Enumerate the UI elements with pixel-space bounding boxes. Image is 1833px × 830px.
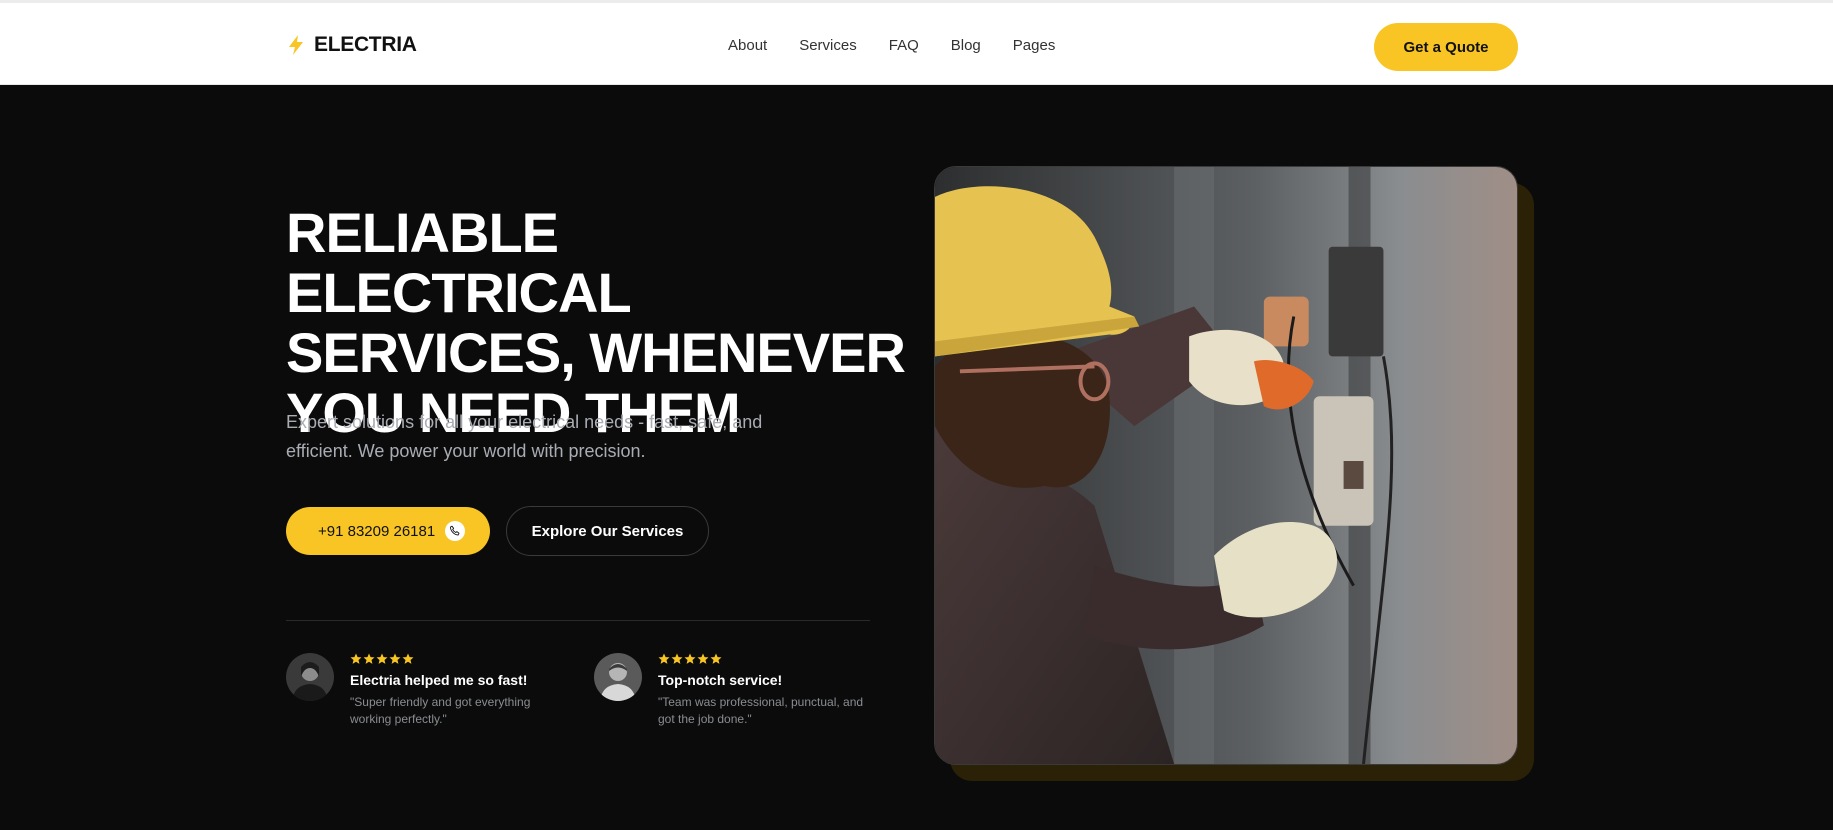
- star-icon: [389, 653, 401, 664]
- nav-services[interactable]: Services: [799, 37, 857, 54]
- review-card: Top-notch service! "Team was professiona…: [594, 653, 894, 728]
- divider: [286, 620, 870, 621]
- rating-stars: [658, 653, 878, 667]
- call-phone-button[interactable]: +91 83209 26181: [286, 507, 490, 555]
- star-icon: [671, 653, 683, 664]
- review-card: Electria helped me so fast! "Super frien…: [286, 653, 586, 728]
- review-quote: "Super friendly and got everything worki…: [350, 695, 531, 726]
- reviewer-avatar: [286, 653, 334, 701]
- star-icon: [697, 653, 709, 664]
- star-icon: [684, 653, 696, 664]
- site-header: ELECTRIA About Services FAQ Blog Pages G…: [0, 0, 1833, 85]
- explore-services-button[interactable]: Explore Our Services: [506, 506, 709, 556]
- brand-name: ELECTRIA: [314, 33, 417, 56]
- star-icon: [402, 653, 414, 664]
- nav-about[interactable]: About: [728, 37, 767, 54]
- brand-logo[interactable]: ELECTRIA: [286, 33, 417, 57]
- hero-subtitle: Expert solutions for all your electrical…: [286, 412, 763, 461]
- review-title: Top-notch service!: [658, 672, 783, 688]
- star-icon: [710, 653, 722, 664]
- star-icon: [658, 653, 670, 664]
- main-nav: About Services FAQ Blog Pages: [728, 37, 1055, 54]
- reviewer-avatar: [594, 653, 642, 701]
- review-title: Electria helped me so fast!: [350, 672, 528, 688]
- nav-pages[interactable]: Pages: [1013, 37, 1056, 54]
- nav-blog[interactable]: Blog: [951, 37, 981, 54]
- get-quote-button[interactable]: Get a Quote: [1374, 23, 1518, 71]
- rating-stars: [350, 653, 570, 667]
- hero-title: RELIABLE ELECTRICAL SERVICES, WHENEVER Y…: [286, 201, 906, 444]
- lightning-bolt-icon: [289, 35, 303, 55]
- nav-faq[interactable]: FAQ: [889, 37, 919, 54]
- star-icon: [350, 653, 362, 664]
- review-quote: "Team was professional, punctual, and go…: [658, 695, 864, 726]
- star-icon: [376, 653, 388, 664]
- phone-number-label: +91 83209 26181: [318, 522, 436, 540]
- hero-image: [934, 166, 1518, 765]
- star-icon: [363, 653, 375, 664]
- phone-icon: [445, 521, 466, 541]
